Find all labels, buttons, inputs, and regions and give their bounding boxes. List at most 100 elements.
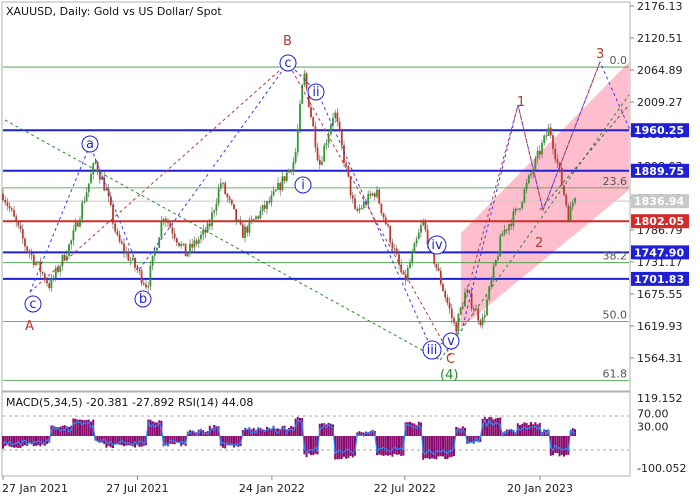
macd-bar xyxy=(560,436,563,455)
candle-body xyxy=(217,188,220,204)
time-tick-label: 20 Jan 2023 xyxy=(507,482,573,495)
candle-body xyxy=(343,145,345,163)
candle-body xyxy=(272,191,275,196)
macd-bar xyxy=(554,436,557,453)
indicator-tick-label: 30.00 xyxy=(637,420,669,433)
candle-body xyxy=(321,161,323,165)
macd-bar xyxy=(426,436,429,459)
macd-bar xyxy=(556,436,559,454)
macd-bar xyxy=(112,436,114,449)
macd-bar xyxy=(395,436,398,455)
price-tick-label: 1619.93 xyxy=(637,320,683,333)
candle-body xyxy=(24,238,26,247)
candle-body xyxy=(270,195,273,203)
candle-body xyxy=(574,197,576,203)
macd-bar xyxy=(290,425,293,436)
macd-bar xyxy=(398,436,400,455)
macd-bar xyxy=(428,436,431,460)
indicator-label: MACD(5,34,5) -20.381 -27.892 RSI(14) 44.… xyxy=(6,396,253,409)
candle-body xyxy=(541,143,543,155)
candle-body xyxy=(296,129,299,153)
macd-bar xyxy=(435,436,438,460)
time-tick-label: 24 Jan 2022 xyxy=(239,482,305,495)
candle-body xyxy=(340,130,343,146)
candle-body xyxy=(510,224,513,226)
candle-body xyxy=(30,253,33,256)
candle-body xyxy=(112,205,114,224)
candle-body xyxy=(277,182,279,190)
candle-body xyxy=(483,315,486,318)
candle-body xyxy=(237,219,240,221)
wave-label-iv: iv xyxy=(431,238,443,253)
candle-body xyxy=(290,169,293,172)
wave-label-1: 1 xyxy=(517,95,525,110)
time-axis: 27 Jan 2021 27 Jul 2021 24 Jan 2022 22 Jul … xyxy=(2,476,573,495)
candle-body xyxy=(222,183,224,185)
candle-body xyxy=(219,183,222,189)
macd-bar xyxy=(552,436,554,456)
macd-bar xyxy=(470,436,473,442)
candle-body xyxy=(389,226,392,243)
candle-body xyxy=(72,230,75,241)
candle-body xyxy=(453,317,455,323)
candle-body xyxy=(448,302,451,309)
candle-body xyxy=(279,182,282,191)
fib-label: 50.0 xyxy=(603,308,628,321)
candle-body xyxy=(74,222,77,231)
fib-label: 0.0 xyxy=(610,54,628,67)
candle-body xyxy=(145,284,147,288)
candle-body xyxy=(213,210,216,213)
indicator-axis: 119.152 70.0030.00 -100.052 xyxy=(637,392,686,475)
candle-body xyxy=(516,208,519,210)
candle-body xyxy=(437,268,440,271)
macd-bar xyxy=(527,424,530,436)
macd-bar xyxy=(343,436,345,457)
candle-body xyxy=(512,211,515,226)
level-tag-label: 1802.05 xyxy=(634,215,684,228)
macd-bar xyxy=(125,436,128,446)
macd-bar xyxy=(90,421,92,436)
macd-bar xyxy=(85,419,88,436)
candle-body xyxy=(325,143,328,146)
wave-label-A: A xyxy=(25,319,34,334)
wave-label-i: i xyxy=(301,178,305,193)
price-tick-label: 2064.89 xyxy=(637,64,683,77)
candle-body xyxy=(8,206,11,209)
macd-bar xyxy=(558,436,561,457)
candle-body xyxy=(503,229,506,234)
candle-body xyxy=(28,250,31,254)
macd-bar xyxy=(424,436,427,459)
candle-body xyxy=(224,183,227,194)
candle-body xyxy=(499,236,502,257)
candle-body xyxy=(4,199,7,203)
candle-body xyxy=(85,192,88,202)
candle-body xyxy=(369,193,372,196)
macd-bar xyxy=(19,436,22,448)
macd-bar xyxy=(340,436,343,459)
macd-bar xyxy=(534,422,537,436)
macd-bar xyxy=(224,436,227,449)
candle-body xyxy=(329,125,332,135)
candle-body xyxy=(266,201,268,209)
candle-body xyxy=(61,254,64,267)
candle-body xyxy=(521,202,524,209)
time-tick-label: 22 Jul 2022 xyxy=(374,482,436,495)
candle-body xyxy=(147,286,150,288)
indicator-tick-label: 70.00 xyxy=(637,408,669,421)
candle-body xyxy=(345,162,348,166)
candle-body xyxy=(338,121,341,131)
candle-body xyxy=(395,248,398,255)
candle-body xyxy=(490,279,493,287)
wave-label-4: (4) xyxy=(440,368,458,383)
wave-label-a: a xyxy=(86,137,94,152)
candle-body xyxy=(494,259,497,266)
macd-bar xyxy=(338,436,341,460)
macd-bar xyxy=(35,436,37,446)
wave-label-B: B xyxy=(283,34,292,49)
candle-body xyxy=(334,112,337,118)
candle-body xyxy=(120,241,123,244)
macd-bar xyxy=(347,436,350,459)
candle-body xyxy=(404,274,407,281)
fib-label: 61.8 xyxy=(603,368,628,381)
candle-body xyxy=(189,243,191,253)
